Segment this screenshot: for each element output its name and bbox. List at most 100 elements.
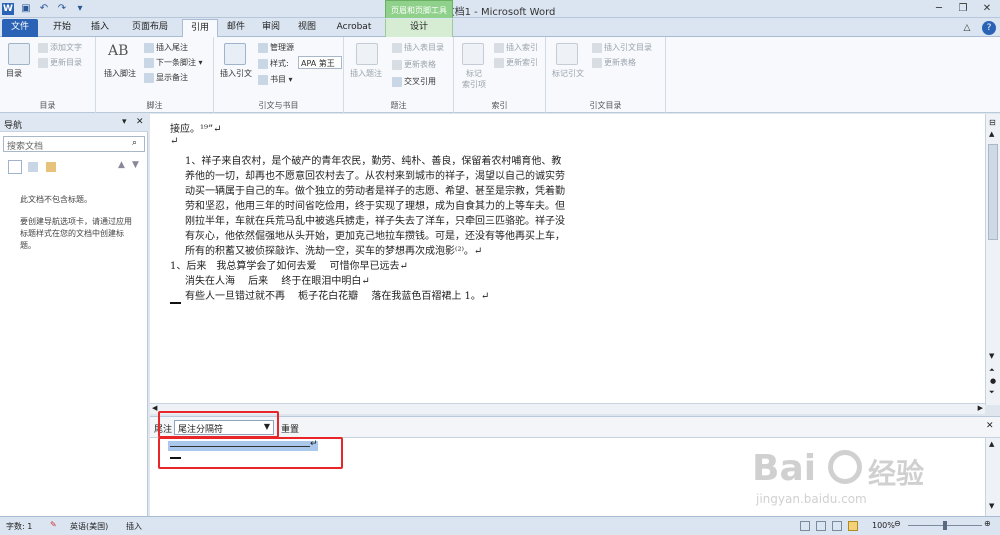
proofing-icon[interactable]: ✎ — [50, 520, 57, 529]
nav-close-icon[interactable]: ✕ — [136, 117, 144, 127]
tab-design[interactable]: 设计 — [385, 19, 453, 37]
zoom-in-icon[interactable]: ⊕ — [984, 519, 991, 528]
insert-caption-button[interactable]: 插入题注 — [350, 68, 382, 79]
insert-index-label: 插入索引 — [506, 43, 538, 52]
web-layout-icon[interactable] — [832, 521, 842, 531]
cross-reference-icon — [392, 76, 402, 87]
vertical-scrollbar[interactable]: ⊟ ▲ ▼ ⏶ ● ⏷ — [985, 114, 1000, 405]
update-table-label: 更新表格 — [404, 60, 436, 69]
insert-footnote-button[interactable]: 插入脚注 — [104, 68, 136, 79]
manage-sources-button[interactable]: 管理源 — [258, 42, 294, 53]
style-icon — [258, 58, 268, 69]
nav-message: 此文档不包含标题。 要创建导航选项卡，请通过应用标题样式在您的文档中创建标题。 — [20, 194, 135, 252]
browse-object-icon[interactable]: ● — [990, 377, 996, 385]
close-notes-icon[interactable]: ✕ — [986, 421, 994, 431]
highlight-separator-box — [158, 437, 343, 469]
insert-caption-icon — [356, 43, 378, 65]
insert-table-of-figures-button[interactable]: 插入表目录 — [392, 42, 444, 53]
insert-toa-button[interactable]: 插入引文目录 — [592, 42, 652, 53]
update-toc-button[interactable]: 更新目录 — [38, 57, 82, 68]
show-notes-button[interactable]: 显示备注 — [144, 72, 188, 83]
group-toa: 标记引文 插入引文目录 更新表格 引文目录 — [546, 37, 666, 113]
draft-view-icon[interactable] — [848, 521, 858, 531]
notes-scroll-up-icon[interactable]: ▲ — [989, 440, 994, 448]
tab-references[interactable]: 引用 — [182, 19, 218, 37]
tab-review[interactable]: 审阅 — [254, 19, 288, 37]
update-index-label: 更新索引 — [506, 58, 538, 67]
paw-icon — [828, 450, 862, 484]
word-count[interactable]: 字数: 1 — [6, 521, 32, 532]
update-toa-button[interactable]: 更新表格 — [592, 57, 636, 68]
style-select[interactable]: APA 第王 — [298, 56, 342, 69]
next-page-icon[interactable]: ⏷ — [989, 388, 995, 397]
footnote-ab-icon: AB — [108, 43, 129, 59]
next-footnote-button[interactable]: 下一条脚注 ▾ — [144, 57, 203, 68]
doc-line: 1、祥子来自农村，是个破产的青年农民，勤劳、纯朴、善良，保留着农村哺育他、教 — [185, 156, 562, 167]
add-text-button[interactable]: 添加文字 — [38, 42, 82, 53]
mark-entry-button[interactable]: 标记 索引项 — [462, 68, 486, 90]
language[interactable]: 英语(美国) — [70, 521, 108, 532]
zoom-level[interactable]: 100% — [872, 521, 895, 530]
tab-view[interactable]: 视图 — [290, 19, 324, 37]
insert-index-button[interactable]: 插入索引 — [494, 42, 538, 53]
doc-line: 劳和坚忍，他用三年的时间省吃俭用，终于实现了理想，成为自食其力的上等车夫。但 — [185, 201, 565, 212]
zoom-slider-thumb[interactable] — [943, 521, 947, 530]
close-icon[interactable]: ✕ — [980, 2, 994, 16]
bibliography-button[interactable]: 书目 ▾ — [258, 74, 293, 85]
document-body[interactable]: 接应。¹⁹”↵ ↵ 1、祥子来自农村，是个破产的青年农民，勤劳、纯朴、善良，保留… — [150, 114, 985, 403]
tab-home[interactable]: 开始 — [44, 19, 80, 37]
tab-acrobat[interactable]: Acrobat — [330, 19, 378, 37]
title-bar: W ▣ ↶ ↷ ▾ 文档1 - Microsoft Word ─ ❐ ✕ — [0, 0, 1000, 18]
restore-icon[interactable]: ❐ — [956, 2, 970, 16]
collapse-ribbon-icon[interactable]: △ — [960, 21, 974, 35]
insert-endnote-button[interactable]: 插入尾注 — [144, 42, 188, 53]
insert-index-icon — [494, 42, 504, 53]
manage-sources-label: 管理源 — [270, 43, 294, 52]
ribbon: 目录 添加文字 更新目录 目录 AB 插入脚注 插入尾注 下一条脚注 ▾ 显示备… — [0, 37, 1000, 113]
insert-table-of-figures-label: 插入表目录 — [404, 43, 444, 52]
nav-menu-icon[interactable]: ▾ — [122, 117, 127, 127]
cross-reference-button[interactable]: 交叉引用 — [392, 76, 436, 87]
scroll-left-icon[interactable]: ◀ — [152, 404, 157, 412]
watermark-brand2: 经验 — [868, 457, 925, 490]
results-view-icon[interactable] — [46, 162, 56, 172]
toc-button[interactable]: 目录 — [6, 68, 22, 79]
nav-header: 导航 ▾ ✕ — [0, 114, 148, 132]
prev-page-icon[interactable]: ⏶ — [989, 366, 995, 375]
search-icon[interactable]: ⌕ — [132, 138, 137, 148]
show-notes-icon — [144, 72, 154, 83]
tab-file[interactable]: 文件 — [2, 19, 38, 37]
insert-citation-button[interactable]: 插入引文 — [220, 68, 252, 79]
scroll-thumb[interactable] — [988, 144, 998, 240]
nav-search-input[interactable]: 搜索文档 — [3, 136, 145, 152]
nav-view-tabs: ▲ ▼ — [6, 160, 144, 174]
update-table-button[interactable]: 更新表格 — [392, 59, 436, 70]
tab-mailings[interactable]: 邮件 — [220, 19, 252, 37]
print-layout-icon[interactable] — [800, 521, 810, 531]
full-screen-icon[interactable] — [816, 521, 826, 531]
mark-citation-button[interactable]: 标记引文 — [552, 68, 584, 79]
scroll-down-icon[interactable]: ▼ — [989, 352, 994, 360]
insert-mode[interactable]: 插入 — [126, 521, 142, 532]
zoom-out-icon[interactable]: ⊖ — [894, 519, 901, 528]
tab-layout[interactable]: 页面布局 — [120, 19, 180, 37]
pages-view-icon[interactable] — [28, 162, 38, 172]
scroll-up-icon[interactable]: ▲ — [989, 130, 994, 138]
update-toc-label: 更新目录 — [50, 58, 82, 67]
prev-result-icon[interactable]: ▲ — [118, 160, 125, 170]
group-label-toa: 引文目录 — [589, 101, 622, 110]
tab-insert[interactable]: 插入 — [82, 19, 118, 37]
ruler-toggle-icon[interactable]: ⊟ — [989, 118, 996, 127]
watermark-logo: Bai 经验 jingyan.baidu.com — [752, 448, 992, 518]
reset-button[interactable]: 重置 — [281, 422, 299, 435]
navigation-pane: 导航 ▾ ✕ 搜索文档 ⌕ ▲ ▼ 此文档不包含标题。 要创建导航选项卡，请通过… — [0, 114, 148, 516]
doc-line: 有些人一旦错过就不再 栀子花白花瓣 落在我蓝色百褶裙上 1。↵ — [185, 291, 490, 302]
scroll-right-icon[interactable]: ▶ — [978, 404, 983, 412]
headings-view-icon[interactable] — [8, 160, 22, 174]
minimize-icon[interactable]: ─ — [932, 2, 946, 16]
update-index-button[interactable]: 更新索引 — [494, 57, 538, 68]
next-result-icon[interactable]: ▼ — [132, 160, 139, 170]
insert-endnote-label: 插入尾注 — [156, 43, 188, 52]
help-icon[interactable]: ? — [982, 21, 996, 35]
bibliography-icon — [258, 74, 268, 85]
